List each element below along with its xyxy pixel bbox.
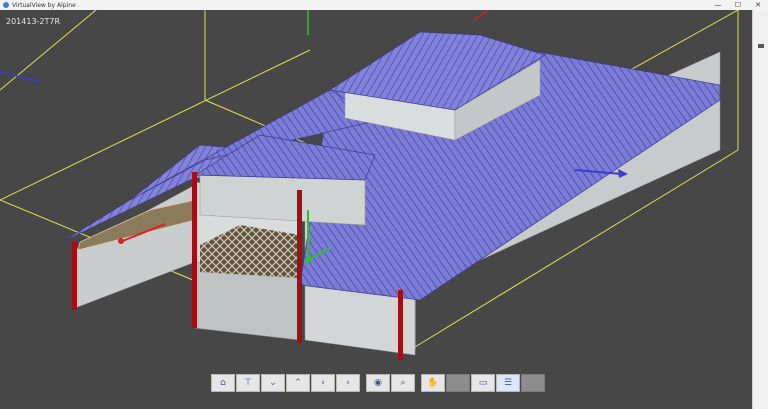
model-render xyxy=(0,10,739,360)
pan-hand-icon: ✋ xyxy=(427,378,439,388)
side-panel-strip xyxy=(752,10,768,409)
title-bar: VirtualView by Alpine — ☐ ✕ xyxy=(0,0,768,10)
chevron-up-icon: ⌃ xyxy=(294,378,302,388)
blank-button-2[interactable] xyxy=(521,374,545,392)
3d-viewport[interactable]: 201413-2T7R xyxy=(0,10,752,409)
pan-button[interactable]: ✋ xyxy=(421,374,445,392)
home-button[interactable]: ⌂ xyxy=(211,374,235,392)
home-icon: ⌂ xyxy=(220,378,226,388)
rotate-down-button[interactable]: ⌄ xyxy=(261,374,285,392)
rotate-left-button[interactable]: ‹ xyxy=(311,374,335,392)
panel-grip-icon[interactable] xyxy=(758,44,764,48)
single-layer-button[interactable]: ▭ xyxy=(471,374,495,392)
chevron-down-icon: ⌄ xyxy=(269,378,277,388)
rotate-right-button[interactable]: › xyxy=(336,374,360,392)
window-title: VirtualView by Alpine xyxy=(12,1,76,9)
rotate-up-button[interactable]: ⌃ xyxy=(286,374,310,392)
model-id-label: 201413-2T7R xyxy=(6,17,61,26)
eye-icon: ◉ xyxy=(374,378,382,388)
zoom-icon: ⌕ xyxy=(400,378,406,388)
layers-icon: ☰ xyxy=(503,378,513,388)
layers-button[interactable]: ☰ xyxy=(496,374,520,392)
view-toolbar: ⌂ ⊤ ⌄ ⌃ ‹ › ◉ ⌕ ✋ ▭ ☰ xyxy=(211,374,545,392)
top-view-button[interactable]: ⊤ xyxy=(236,374,260,392)
blank-button[interactable] xyxy=(446,374,470,392)
maximize-button[interactable]: ☐ xyxy=(728,0,748,10)
minimize-button[interactable]: — xyxy=(708,0,728,10)
visibility-button[interactable]: ◉ xyxy=(366,374,390,392)
app-logo-icon xyxy=(3,2,9,8)
chevron-right-icon: › xyxy=(346,378,350,388)
chevron-left-icon: ‹ xyxy=(321,378,325,388)
single-layer-icon: ▭ xyxy=(478,378,488,388)
close-button[interactable]: ✕ xyxy=(748,0,768,10)
zoom-button[interactable]: ⌕ xyxy=(391,374,415,392)
top-view-icon: ⊤ xyxy=(244,378,252,388)
